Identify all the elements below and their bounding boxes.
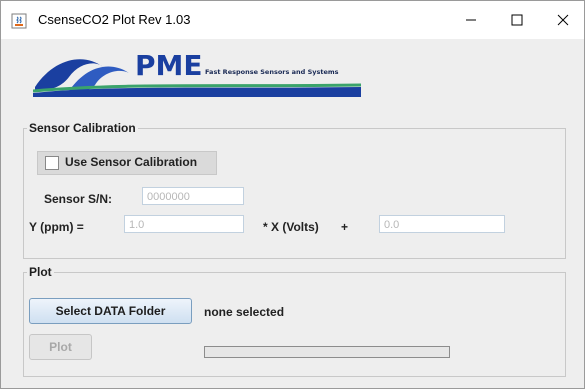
plot-legend: Plot [29,265,52,279]
y-ppm-label: Y (ppm) = [29,220,84,234]
title-bar[interactable]: CsenseCO2 Plot Rev 1.03 [1,1,584,39]
app-window: CsenseCO2 Plot Rev 1.03 PME Fast Respons… [0,0,585,389]
close-icon[interactable] [552,9,574,31]
plot-button[interactable]: Plot [29,334,92,360]
checkbox-box[interactable] [45,156,59,170]
sensor-sn-field[interactable]: 0000000 [142,187,244,205]
logo-brand: PME [135,49,203,82]
progress-bar [204,346,450,358]
select-data-folder-button[interactable]: Select DATA Folder [29,298,192,324]
sensor-sn-label: Sensor S/N: [44,192,113,206]
window-title: CsenseCO2 Plot Rev 1.03 [38,12,191,27]
java-icon [11,13,27,29]
slope-field[interactable]: 1.0 [124,215,244,233]
sensor-calibration-group: Sensor Calibration [23,121,566,259]
pme-logo: PME Fast Response Sensors and Systems [33,49,361,97]
sensor-calibration-legend: Sensor Calibration [29,121,136,135]
logo-tagline: Fast Response Sensors and Systems [205,68,339,76]
use-calibration-label: Use Sensor Calibration [65,155,198,169]
x-volts-label: * X (Volts) [263,220,319,234]
minimize-icon[interactable] [460,9,482,31]
folder-status: none selected [204,305,285,319]
use-calibration-checkbox[interactable]: Use Sensor Calibration [37,151,217,175]
maximize-icon[interactable] [506,9,528,31]
plus-label: + [341,220,349,234]
offset-field[interactable]: 0.0 [379,215,505,233]
